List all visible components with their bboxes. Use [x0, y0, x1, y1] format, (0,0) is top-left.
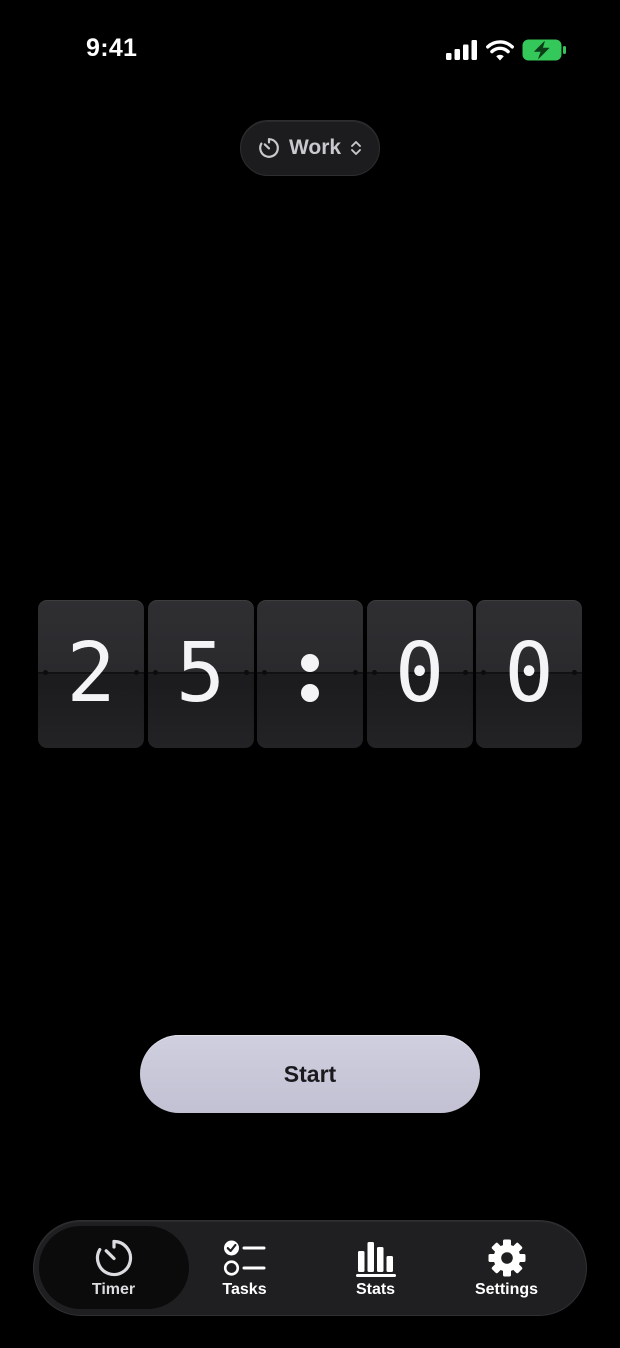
mode-selector[interactable]: Work: [240, 120, 380, 176]
timer-display: 2 5 0 0: [38, 600, 582, 748]
battery-charging-icon: [522, 39, 566, 61]
tab-label: Timer: [91, 1281, 136, 1298]
gear-icon: [487, 1238, 527, 1278]
flip-card-seconds-ones: 0: [476, 600, 582, 748]
status-icons: [446, 38, 566, 62]
colon-dot-top: [301, 654, 319, 672]
tab-tasks[interactable]: Tasks: [179, 1221, 310, 1314]
tab-bar: Timer Tasks Stats Settings: [33, 1220, 587, 1316]
colon-dot-bottom: [301, 684, 319, 702]
flip-card-minutes-ones: 5: [147, 600, 254, 748]
timer-digit: 2: [66, 626, 116, 721]
timer-icon: [94, 1238, 134, 1278]
start-label: Start: [283, 1060, 337, 1087]
checklist-icon: [223, 1238, 267, 1278]
status-time: 9:41: [86, 34, 138, 62]
tab-label: Tasks: [222, 1281, 267, 1298]
tab-stats[interactable]: Stats: [310, 1221, 441, 1314]
cellular-signal-icon: [446, 40, 478, 60]
chevron-up-down-icon: [350, 139, 362, 157]
status-bar: 9:41: [0, 0, 620, 100]
timer-digit: 0: [394, 626, 445, 721]
tab-settings[interactable]: Settings: [441, 1221, 572, 1314]
flip-card-seconds-tens: 0: [366, 600, 473, 748]
wifi-icon: [486, 39, 514, 61]
flip-card-minutes-tens: 2: [38, 600, 144, 748]
timer-icon: [258, 137, 280, 159]
timer-digit: 0: [504, 626, 554, 721]
start-button[interactable]: Start: [140, 1035, 480, 1113]
mode-label: Work: [288, 136, 342, 159]
tab-label: Stats: [355, 1281, 396, 1298]
timer-digit: 5: [175, 626, 226, 721]
tab-timer[interactable]: Timer: [48, 1221, 179, 1314]
tab-label: Settings: [474, 1281, 539, 1298]
flip-card-colon: [257, 600, 363, 748]
bar-chart-icon: [355, 1238, 397, 1278]
